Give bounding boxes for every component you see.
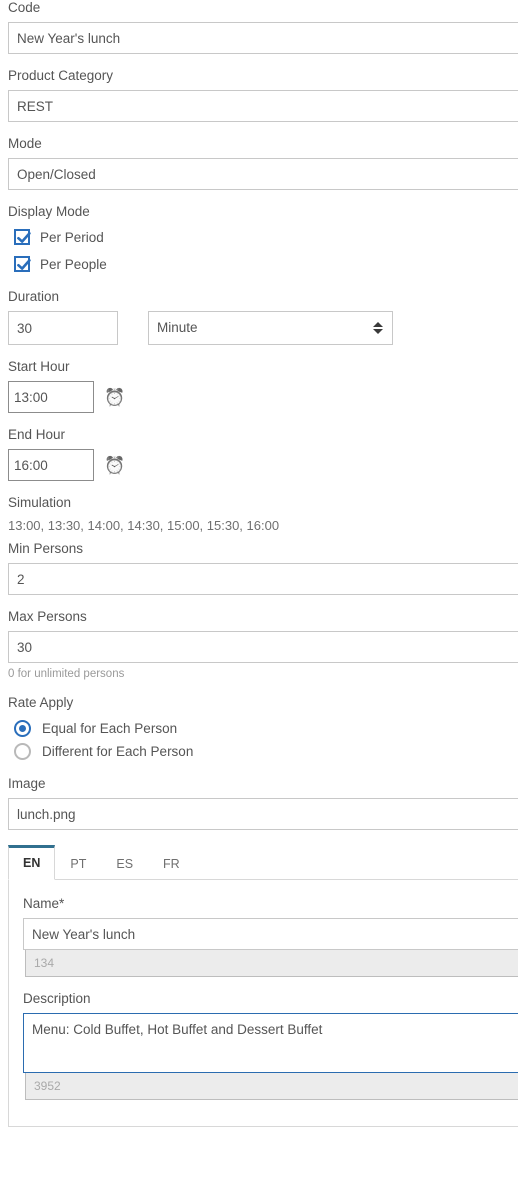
tab-panel-en: Name* 134 Description 3952 — [8, 880, 518, 1127]
language-tabs: EN PT ES FR Name* 134 Description 3952 — [8, 844, 518, 1127]
description-label: Description — [23, 991, 91, 1006]
name-character-counter: 134 — [25, 950, 518, 977]
field-display-mode: Display Mode Per Period Per People — [8, 204, 510, 275]
tab-en[interactable]: EN — [8, 845, 56, 880]
display-mode-label: Display Mode — [8, 204, 90, 219]
max-persons-hint: 0 for unlimited persons — [8, 668, 125, 680]
radio-different-for-each-person[interactable]: Different for Each Person — [8, 740, 510, 762]
duration-unit-value: Minute — [157, 320, 198, 335]
start-hour-row: ⏰ — [8, 381, 510, 413]
name-input[interactable] — [23, 918, 518, 950]
description-textarea[interactable] — [23, 1013, 518, 1073]
min-persons-label: Min Persons — [8, 541, 84, 556]
product-category-input[interactable] — [8, 90, 518, 122]
duration-amount-input[interactable] — [8, 311, 118, 345]
radio-selected-icon[interactable] — [14, 719, 31, 737]
code-label: Code — [8, 0, 41, 15]
end-hour-row: ⏰ — [8, 449, 510, 481]
min-persons-input[interactable] — [8, 563, 518, 595]
field-product-category: Product Category — [8, 68, 518, 122]
tab-bar: EN PT ES FR — [8, 844, 518, 880]
radio-equal-for-each-person[interactable]: Equal for Each Person — [8, 717, 510, 739]
field-end-hour: End Hour ⏰ — [8, 427, 510, 481]
tab-es[interactable]: ES — [101, 846, 148, 880]
field-code: Code — [8, 0, 518, 54]
field-mode: Mode — [8, 136, 518, 190]
tab-fr[interactable]: FR — [148, 846, 195, 880]
rate-apply-label: Rate Apply — [8, 695, 74, 710]
end-hour-label: End Hour — [8, 427, 66, 442]
mode-label: Mode — [8, 136, 42, 151]
end-hour-input[interactable] — [8, 449, 94, 481]
field-simulation: Simulation 13:00, 13:30, 14:00, 14:30, 1… — [8, 495, 510, 535]
field-max-persons: Max Persons 0 for unlimited persons — [8, 609, 518, 681]
radio-unselected-icon[interactable] — [14, 742, 31, 760]
alarm-clock-icon[interactable]: ⏰ — [104, 389, 125, 406]
product-form: Code Product Category Mode Display Mode … — [0, 0, 518, 1127]
field-duration: Duration Minute — [8, 289, 510, 345]
checkbox-per-people[interactable]: Per People — [8, 253, 510, 275]
simulation-label: Simulation — [8, 495, 72, 510]
product-category-label: Product Category — [8, 68, 114, 83]
mode-input[interactable] — [8, 158, 518, 190]
field-start-hour: Start Hour ⏰ — [8, 359, 510, 413]
field-image: Image — [8, 776, 518, 830]
duration-unit-select[interactable]: Minute — [148, 311, 393, 345]
duration-row: Minute — [8, 311, 510, 345]
max-persons-label: Max Persons — [8, 609, 87, 624]
per-period-label: Per Period — [40, 229, 104, 245]
per-people-label: Per People — [40, 256, 107, 272]
start-hour-label: Start Hour — [8, 359, 70, 374]
simulation-values: 13:00, 13:30, 14:00, 14:30, 15:00, 15:30… — [8, 518, 280, 533]
code-input[interactable] — [8, 22, 518, 54]
duration-label: Duration — [8, 289, 60, 304]
image-label: Image — [8, 776, 46, 791]
description-character-counter: 3952 — [25, 1073, 518, 1100]
tab-pt[interactable]: PT — [55, 846, 101, 880]
rate-apply-option-label: Equal for Each Person — [42, 720, 178, 736]
rate-apply-option-label: Different for Each Person — [42, 743, 194, 759]
start-hour-input[interactable] — [8, 381, 94, 413]
checked-checkbox-icon[interactable] — [14, 229, 31, 245]
checked-checkbox-icon[interactable] — [14, 256, 31, 272]
name-label: Name* — [23, 896, 65, 911]
alarm-clock-icon[interactable]: ⏰ — [104, 457, 125, 474]
select-spinner-icon[interactable] — [372, 322, 384, 334]
field-min-persons: Min Persons — [8, 541, 518, 595]
field-rate-apply: Rate Apply Equal for Each Person Differe… — [8, 695, 510, 762]
image-input[interactable] — [8, 798, 518, 830]
checkbox-per-period[interactable]: Per Period — [8, 226, 510, 248]
max-persons-input[interactable] — [8, 631, 518, 663]
